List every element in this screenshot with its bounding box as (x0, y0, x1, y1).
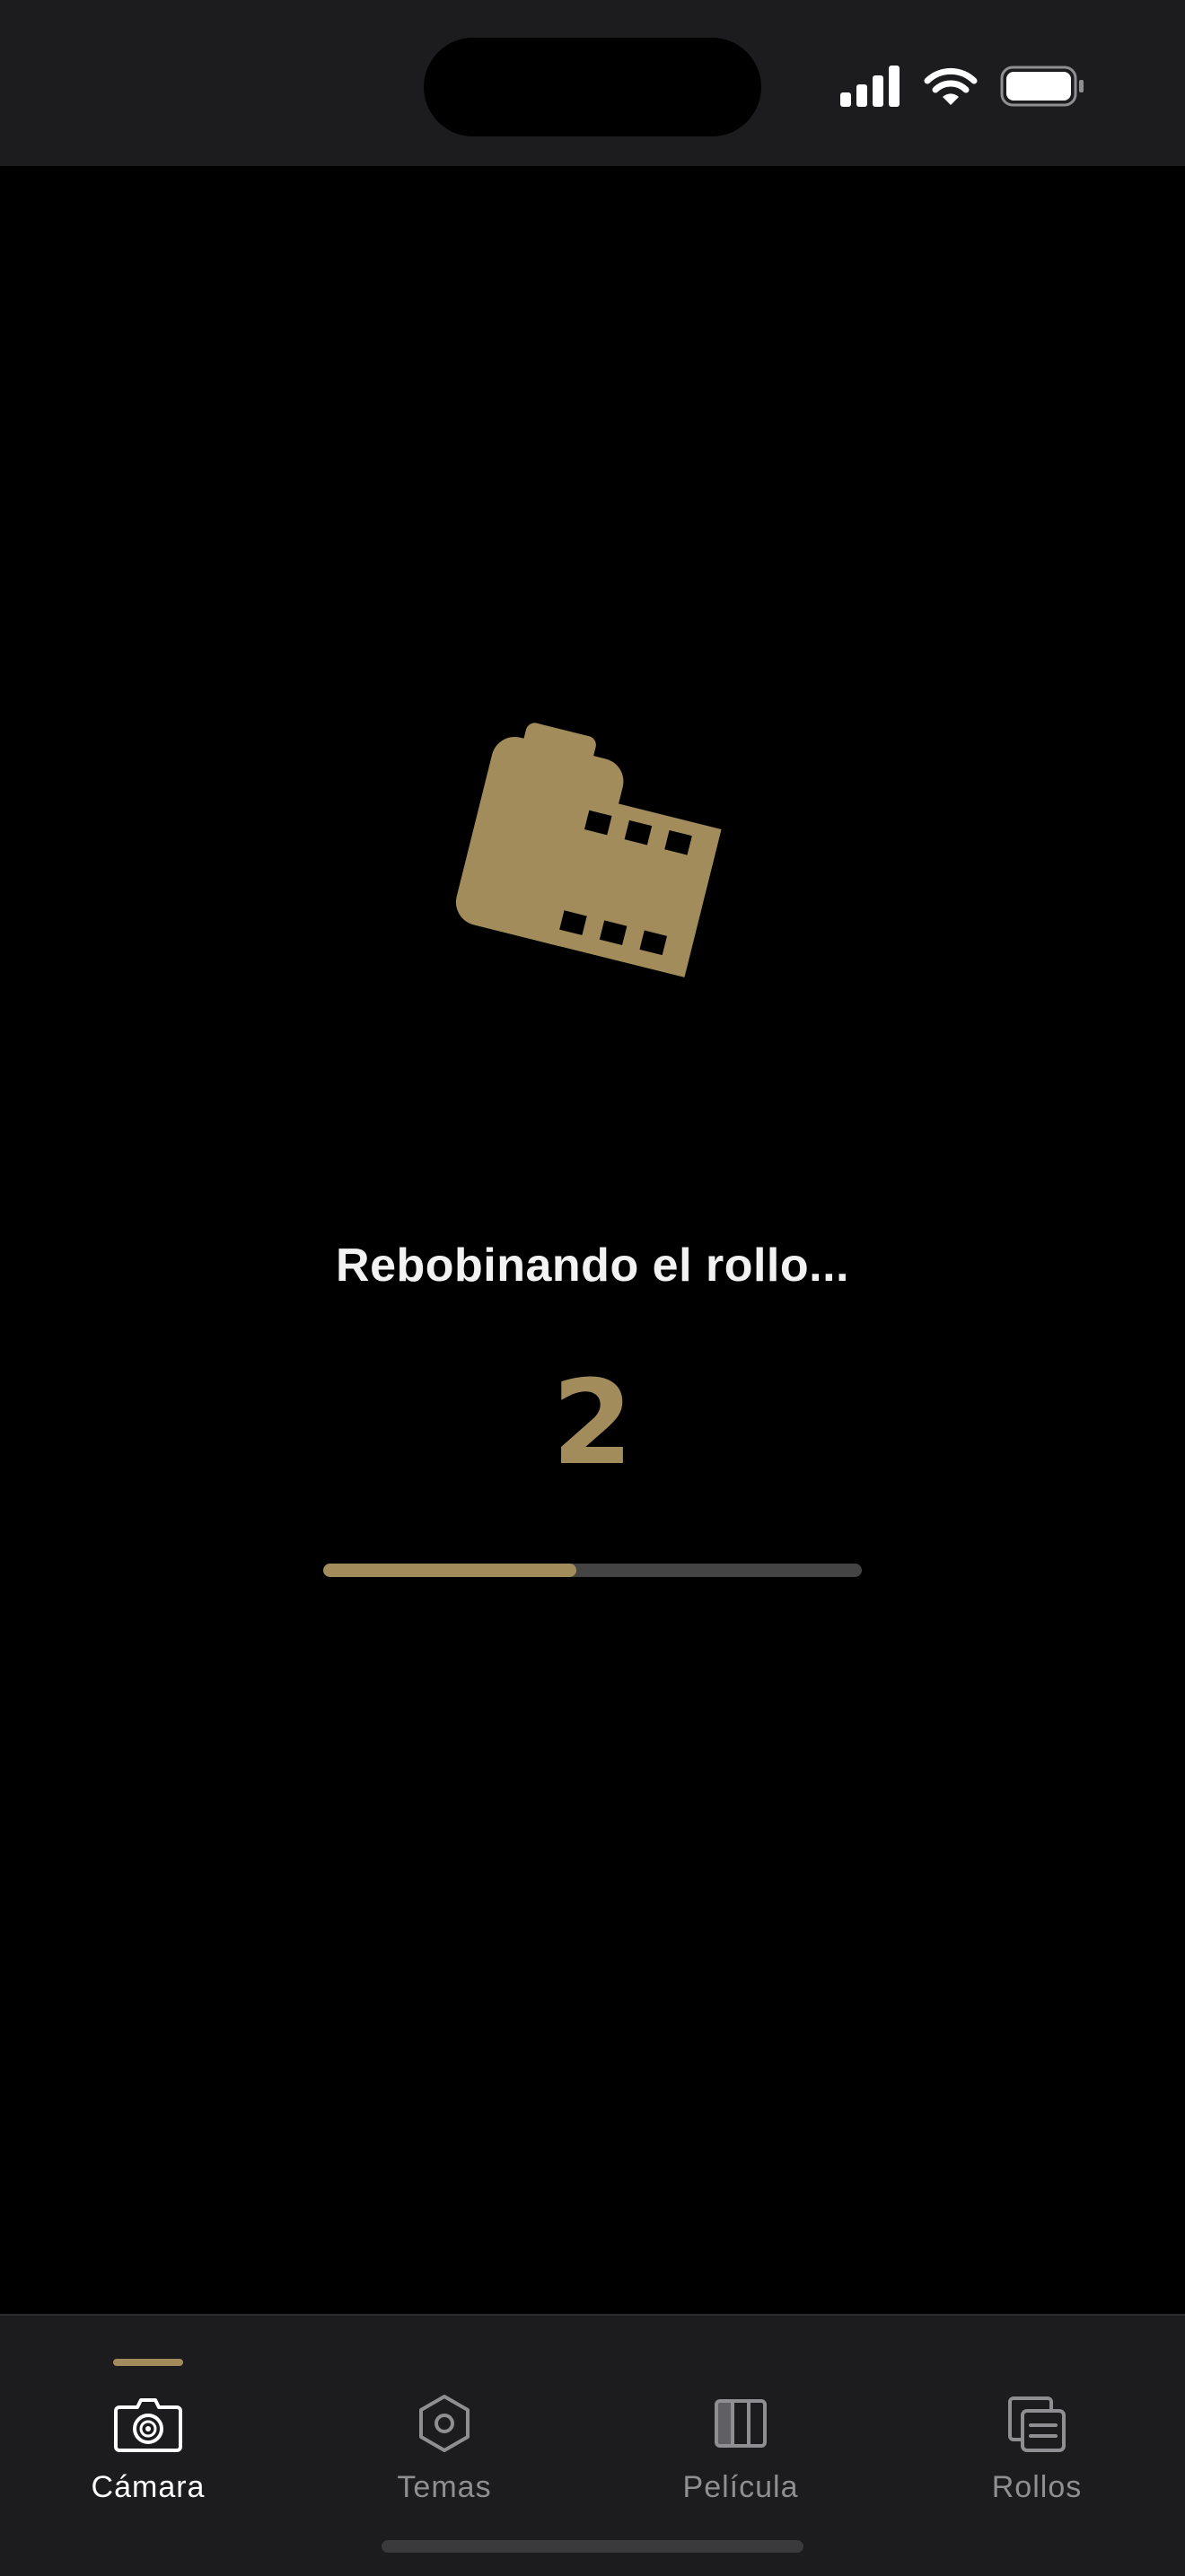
film-icon (715, 2399, 767, 2448)
tab-bar: Cámara Temas Película Rollos (0, 2314, 1185, 2576)
tab-camara[interactable]: Cámara (0, 2316, 296, 2522)
tab-label: Cámara (91, 2470, 206, 2504)
battery-icon (1000, 66, 1084, 107)
tab-label: Película (682, 2470, 799, 2504)
rewind-title: Rebobinando el rollo... (336, 1240, 849, 1292)
tab-temas[interactable]: Temas (296, 2316, 592, 2522)
rewind-progress-bar (323, 1564, 862, 1577)
tab-label: Rollos (991, 2470, 1083, 2504)
rewind-counter: 2 (551, 1354, 634, 1491)
tab-pelicula[interactable]: Película (592, 2316, 889, 2522)
dynamic-island (424, 38, 761, 136)
tab-rollos[interactable]: Rollos (889, 2316, 1185, 2522)
status-icons (840, 63, 1084, 110)
hexagon-icon (419, 2395, 470, 2452)
home-indicator (382, 2540, 803, 2553)
film-canister-icon (455, 723, 722, 977)
rewind-progress-fill (323, 1564, 576, 1577)
wifi-icon (924, 67, 978, 105)
camera-icon (114, 2398, 182, 2452)
status-bar (0, 0, 1185, 166)
signal-icon (840, 66, 900, 107)
active-tab-indicator (113, 2359, 183, 2366)
rolls-icon (1008, 2396, 1066, 2452)
tab-label: Temas (397, 2470, 492, 2504)
